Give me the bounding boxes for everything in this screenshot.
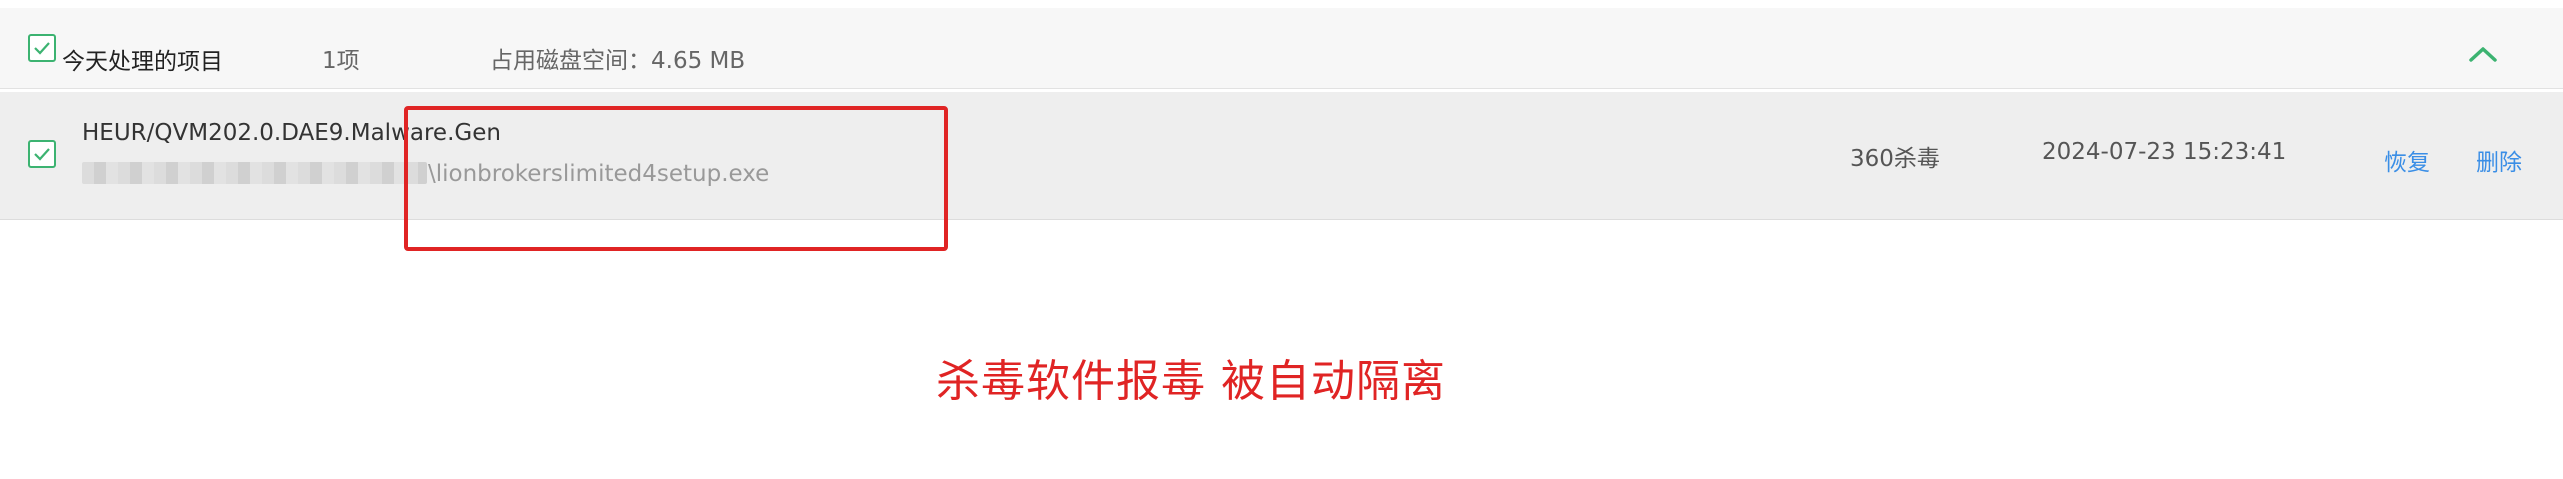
highlight-annotation-box xyxy=(404,106,948,251)
group-item-count: 1项 xyxy=(322,48,360,74)
group-header-today[interactable]: 今天处理的项目 1项 占用磁盘空间：4.65 MB xyxy=(0,8,2563,89)
detection-datetime: 2024-07-23 15:23:41 xyxy=(2042,139,2287,165)
table-row[interactable]: HEUR/QVM202.0.DAE9.Malware.Gen \lionbrok… xyxy=(0,92,2563,220)
quarantine-page: 今天处理的项目 1项 占用磁盘空间：4.65 MB HEUR/QVM202.0.… xyxy=(0,0,2563,479)
chevron-up-icon[interactable] xyxy=(2467,44,2499,64)
restore-link[interactable]: 恢复 xyxy=(2384,143,2430,177)
group-select-checkbox[interactable] xyxy=(28,34,56,62)
group-title: 今天处理的项目 xyxy=(62,49,223,75)
delete-link[interactable]: 删除 xyxy=(2476,143,2522,177)
annotation-text: 杀毒软件报毒 被自动隔离 xyxy=(936,356,1446,407)
blurred-path-prefix xyxy=(82,162,427,184)
group-disk-usage: 占用磁盘空间：4.65 MB xyxy=(490,48,746,74)
checkmark-icon xyxy=(34,42,50,55)
detection-engine: 360杀毒 xyxy=(1850,146,1940,172)
checkmark-icon xyxy=(34,148,50,161)
row-select-checkbox[interactable] xyxy=(28,140,56,168)
